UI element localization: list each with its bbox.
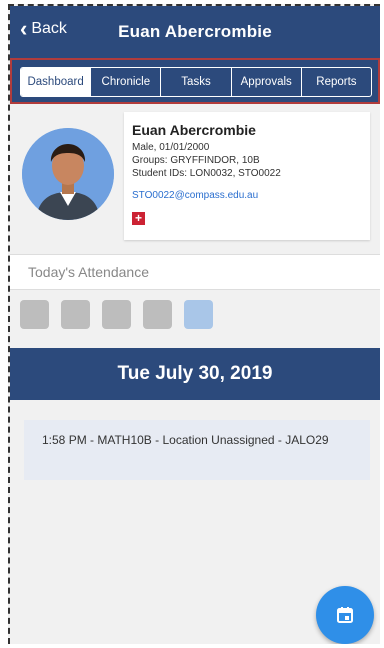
nav-bar: ‹ Back Euan Abercrombie — [10, 6, 380, 58]
tab-reports[interactable]: Reports — [302, 68, 371, 96]
attendance-period[interactable] — [143, 300, 172, 329]
attendance-period[interactable] — [20, 300, 49, 329]
avatar — [22, 128, 114, 220]
profile-section: Euan Abercrombie Male, 01/01/2000 Groups… — [10, 104, 380, 254]
student-email-link[interactable]: STO0022@compass.edu.au — [132, 190, 258, 201]
student-name: Euan Abercrombie — [132, 122, 256, 138]
medical-flag-icon: + — [132, 212, 145, 225]
tab-bar: Dashboard Chronicle Tasks Approvals Repo… — [20, 67, 372, 97]
student-ids: Student IDs: LON0032, STO0022 — [132, 168, 281, 179]
attendance-label: Today's Attendance — [28, 264, 149, 280]
attendance-period[interactable] — [61, 300, 90, 329]
calendar-icon — [337, 607, 353, 623]
student-details: Male, 01/01/2000 — [132, 142, 210, 153]
tab-tasks[interactable]: Tasks — [161, 68, 232, 96]
attendance-period-current[interactable] — [184, 300, 213, 329]
person-avatar-icon — [22, 128, 114, 220]
app-frame: ‹ Back Euan Abercrombie Dashboard Chroni… — [8, 4, 380, 644]
attendance-period[interactable] — [102, 300, 131, 329]
profile-card: Euan Abercrombie Male, 01/01/2000 Groups… — [124, 112, 370, 240]
tab-bar-container: Dashboard Chronicle Tasks Approvals Repo… — [10, 58, 380, 104]
tab-dashboard[interactable]: Dashboard — [21, 68, 92, 96]
page-title: Euan Abercrombie — [118, 22, 272, 41]
schedule-event[interactable]: 1:58 PM - MATH10B - Location Unassigned … — [24, 420, 370, 480]
student-groups: Groups: GRYFFINDOR, 10B — [132, 155, 260, 166]
attendance-periods — [20, 300, 213, 329]
calendar-fab-button[interactable] — [316, 586, 374, 644]
date-header: Tue July 30, 2019 — [10, 348, 380, 400]
attendance-header: Today's Attendance — [10, 254, 380, 290]
tab-chronicle[interactable]: Chronicle — [91, 68, 162, 96]
tab-approvals[interactable]: Approvals — [232, 68, 302, 96]
